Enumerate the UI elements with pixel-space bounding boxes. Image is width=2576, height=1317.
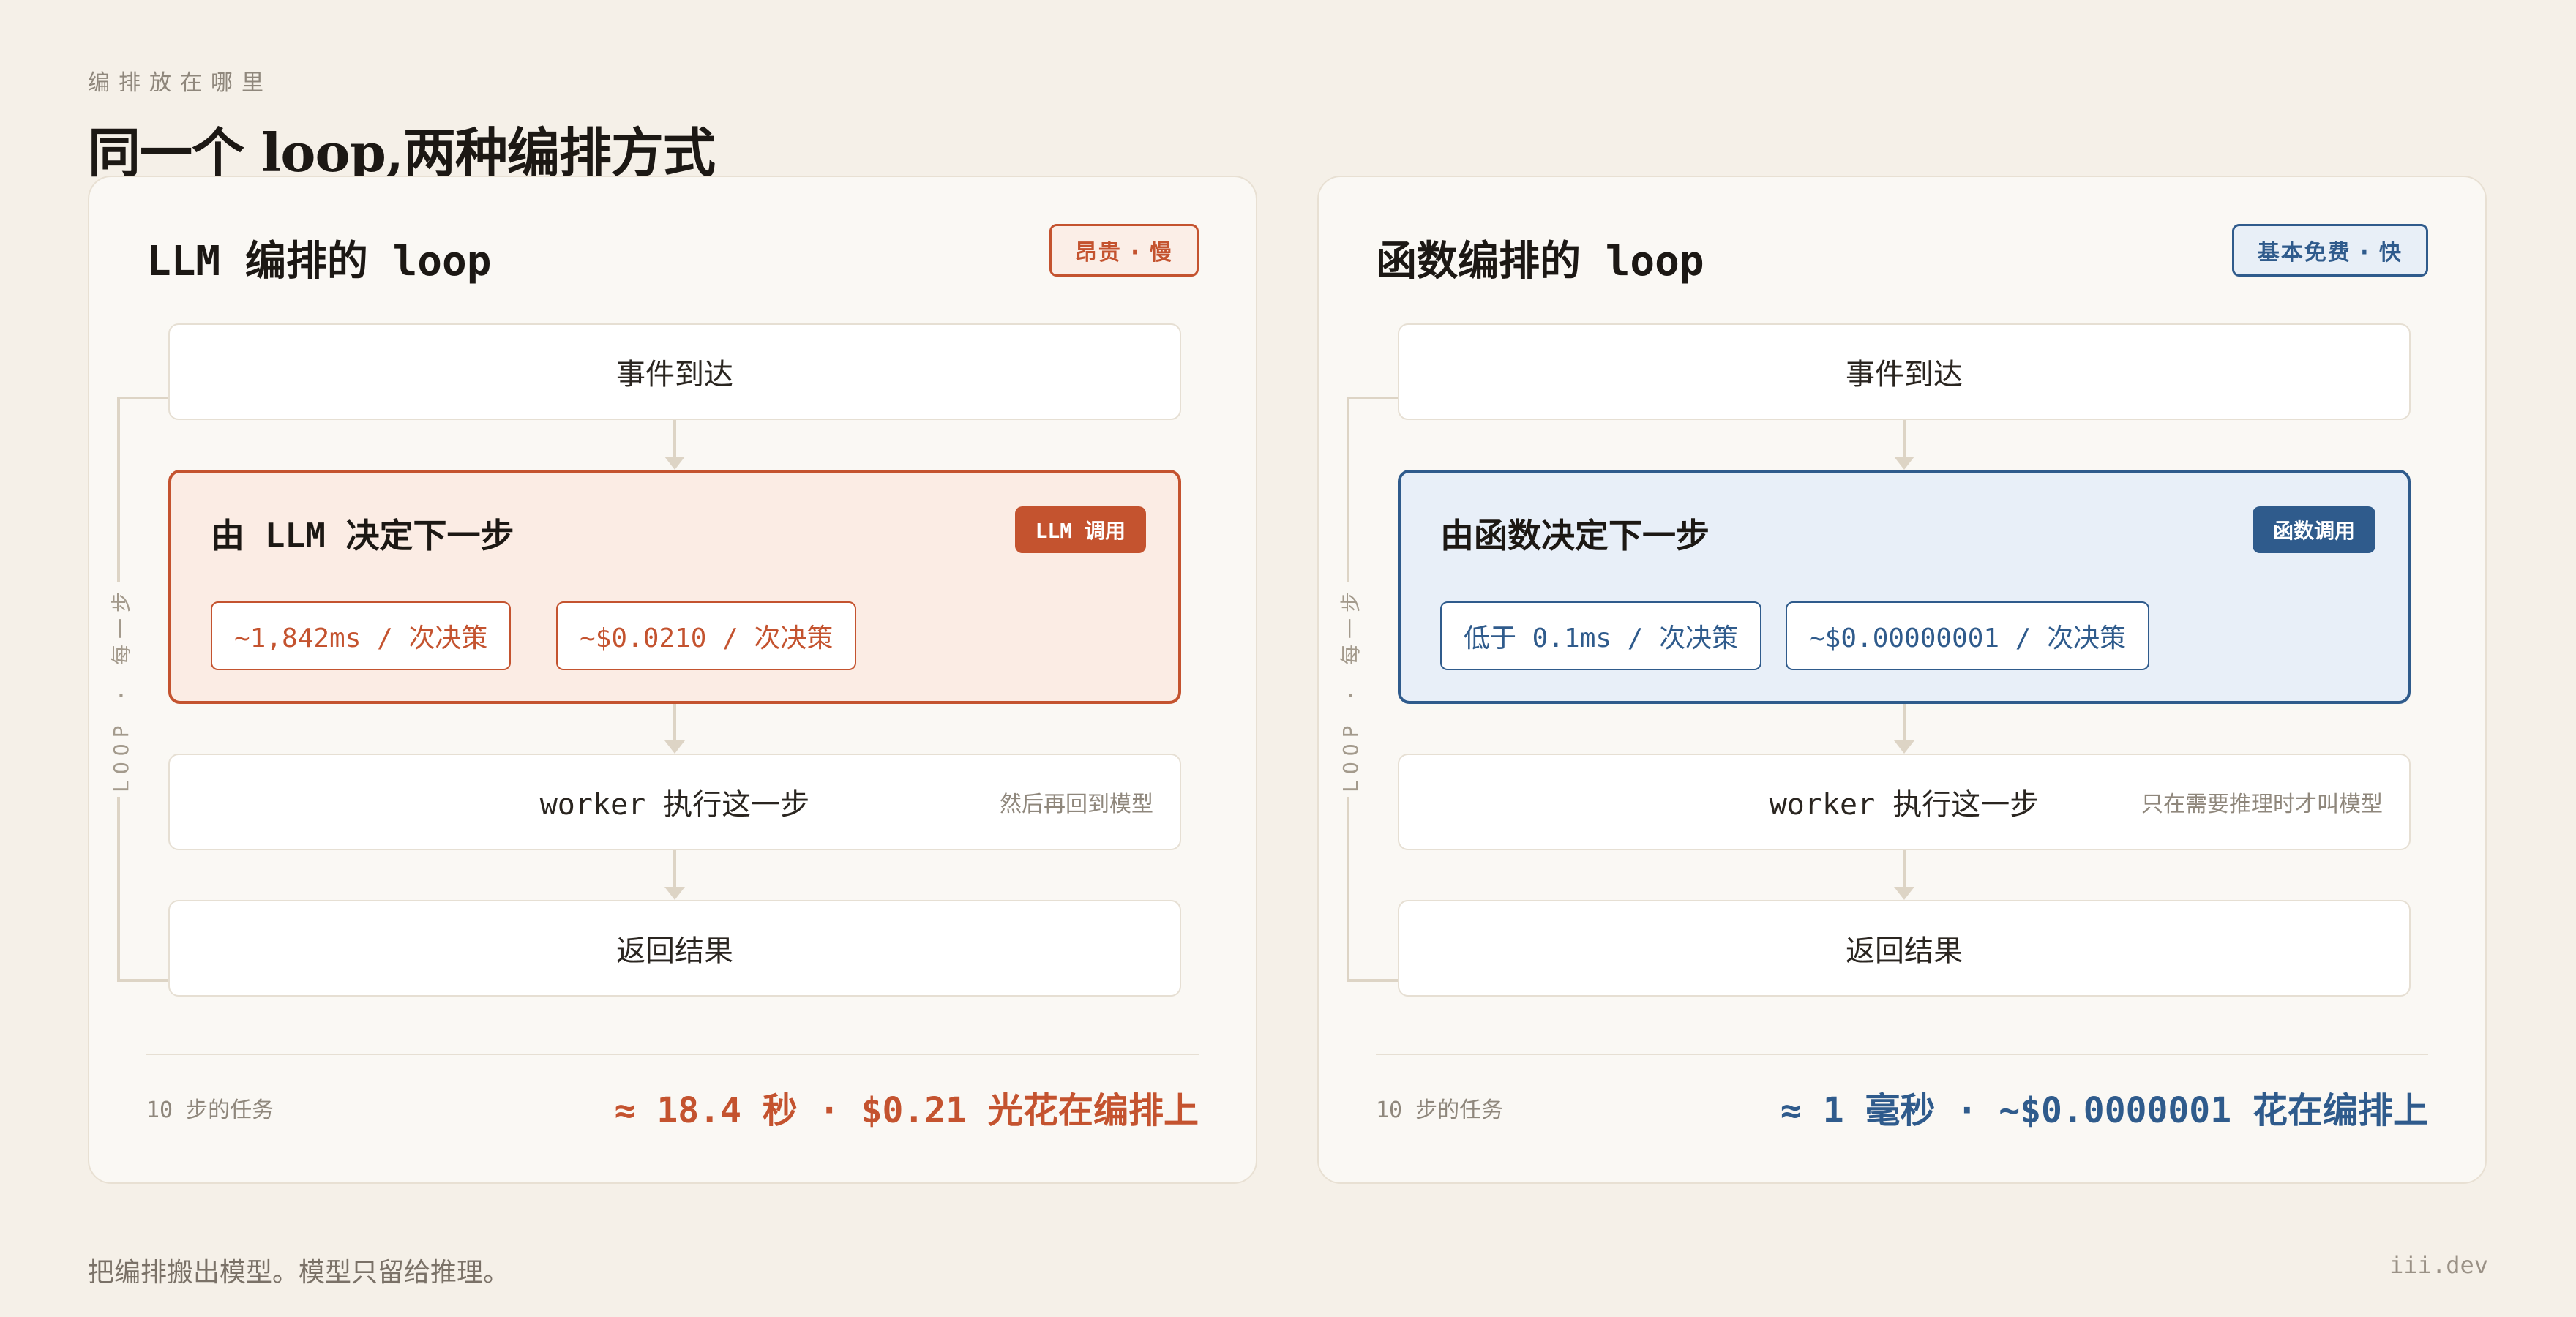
bottom-note: 把编排搬出模型。模型只留给推理。 (88, 1258, 510, 1288)
task-size-label: 10 步的任务 (1376, 1098, 1504, 1123)
step-event-arrives: 事件到达 (168, 323, 1181, 420)
footer-divider (146, 1054, 1199, 1055)
arrow-connector (664, 420, 685, 470)
orchestration-cost-summary: ≈ 18.4 秒 · $0.21 光花在编排上 (614, 1090, 1199, 1131)
step-event-arrives: 事件到达 (1398, 323, 2411, 420)
arrow-connector (664, 850, 685, 900)
decision-step: 由函数决定下一步 函数调用 低于 0.1ms / 次决策 ~$0.0000000… (1398, 470, 2411, 704)
panel-title: LLM 编排的 loop (146, 238, 492, 285)
step-label: 事件到达 (1846, 358, 1963, 391)
loop-label: LOOP · 每一步 (100, 581, 141, 798)
decision-step: 由 LLM 决定下一步 LLM 调用 ~1,842ms / 次决策 ~$0.02… (168, 470, 1181, 704)
step-label: 返回结果 (616, 934, 733, 968)
site-link[interactable]: iii.dev (2389, 1251, 2488, 1279)
footer-divider (1376, 1054, 2428, 1055)
arrow-connector (1894, 420, 1914, 470)
arrow-connector (1894, 704, 1914, 754)
call-type-badge: 函数调用 (2252, 506, 2375, 553)
cost-speed-tag: 基本免费 · 快 (2231, 224, 2428, 277)
cost-chip: ~$0.0210 / 次决策 (556, 601, 857, 670)
arrow-connector (1894, 850, 1914, 900)
latency-chip: 低于 0.1ms / 次决策 (1440, 601, 1762, 670)
step-return-result: 返回结果 (168, 900, 1181, 997)
cost-speed-tag: 昂贵 · 慢 (1049, 224, 1199, 277)
cost-chip: ~$0.00000001 / 次决策 (1786, 601, 2150, 670)
llm-loop-panel: LLM 编排的 loop 昂贵 · 慢 LOOP · 每一步 事件到达 由 LL… (88, 176, 1257, 1184)
orchestration-cost-summary: ≈ 1 毫秒 · ~$0.0000001 花在编排上 (1780, 1090, 2428, 1131)
arrow-connector (664, 704, 685, 754)
task-size-label: 10 步的任务 (146, 1098, 274, 1123)
step-note: 然后再回到模型 (1000, 792, 1153, 817)
latency-chip: ~1,842ms / 次决策 (211, 601, 512, 670)
eyebrow-label: 编排放在哪里 (88, 70, 272, 96)
step-note: 只在需要推理时才叫模型 (2141, 792, 2383, 817)
decision-title: 由 LLM 决定下一步 (211, 516, 514, 555)
decision-title: 由函数决定下一步 (1440, 516, 1710, 555)
step-return-result: 返回结果 (1398, 900, 2411, 997)
step-worker-executes: worker 执行这一步 只在需要推理时才叫模型 (1398, 754, 2411, 850)
step-label: 返回结果 (1846, 934, 1963, 968)
step-label: 事件到达 (616, 358, 733, 391)
panel-title: 函数编排的 loop (1376, 238, 1704, 285)
function-loop-panel: 函数编排的 loop 基本免费 · 快 LOOP · 每一步 事件到达 由函数决… (1317, 176, 2487, 1184)
step-worker-executes: worker 执行这一步 然后再回到模型 (168, 754, 1181, 850)
call-type-badge: LLM 调用 (1014, 506, 1146, 553)
loop-label: LOOP · 每一步 (1329, 581, 1370, 798)
